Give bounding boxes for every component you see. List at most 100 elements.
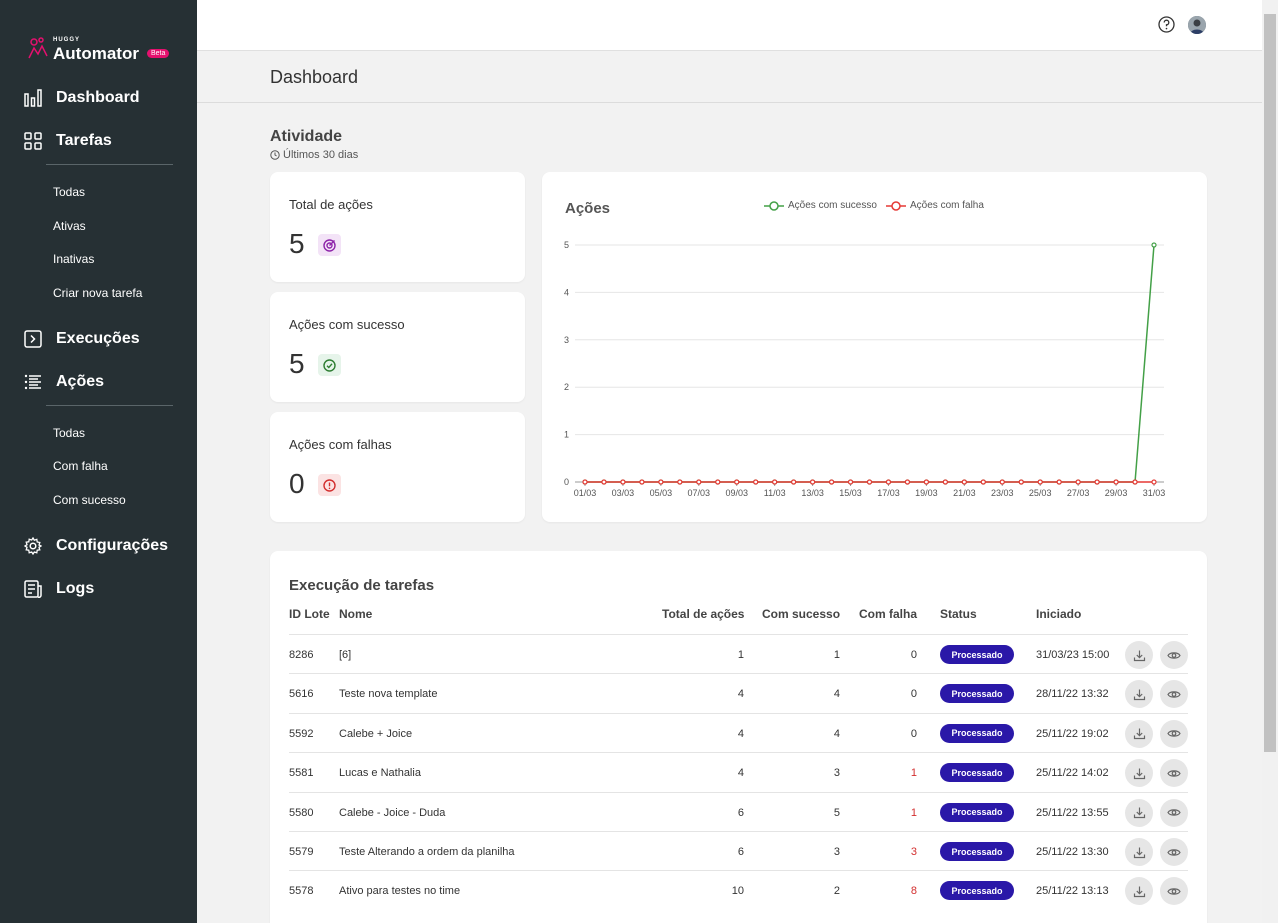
cell-fail: 1 xyxy=(910,806,917,819)
download-button[interactable] xyxy=(1125,798,1153,827)
sidebar-item-acoes[interactable]: Ações xyxy=(24,370,104,394)
data-point xyxy=(734,479,740,485)
x-tick-label: 25/03 xyxy=(1029,488,1052,498)
view-button[interactable] xyxy=(1160,838,1188,866)
view-button[interactable] xyxy=(1160,759,1188,788)
view-button[interactable] xyxy=(1160,641,1188,669)
data-point xyxy=(1075,479,1081,485)
download-button[interactable] xyxy=(1125,838,1153,866)
logo-mark-icon xyxy=(28,37,48,59)
eye-icon xyxy=(1167,888,1181,895)
cell-total: 4 xyxy=(737,688,744,701)
data-point xyxy=(866,479,873,485)
activity-period: Últimos 30 dias xyxy=(270,149,358,161)
status-badge: Processado xyxy=(940,684,1014,704)
eye-icon xyxy=(1167,730,1181,738)
download-icon xyxy=(1133,689,1145,700)
table-row[interactable]: 8286 [6] 1 1 0 Processado 31/03/23 15:00 xyxy=(289,634,1188,673)
table-row[interactable]: 5592 Calebe + Joice 4 4 0 Processado 25/11/22 … xyxy=(289,712,1188,752)
download-button[interactable] xyxy=(1125,680,1153,709)
data-point xyxy=(1113,479,1119,485)
sidebar-subitem-acoes-com-falha[interactable]: Com falha xyxy=(53,459,108,473)
data-point xyxy=(1094,479,1100,485)
sidebar-subitem-tarefas-inativas[interactable]: Inativas xyxy=(53,252,94,266)
help-icon[interactable] xyxy=(1158,16,1175,33)
download-button[interactable] xyxy=(1125,641,1153,669)
activity-title: Atividade xyxy=(270,128,343,145)
sidebar-subitem-criar-tarefa[interactable]: Criar nova tarefa xyxy=(53,286,142,300)
view-button[interactable] xyxy=(1160,719,1188,748)
status-badge: Processado xyxy=(940,645,1014,664)
cell-started: 25/11/22 14:02 xyxy=(1036,767,1109,780)
data-point xyxy=(1037,479,1043,485)
data-point xyxy=(828,479,835,485)
page-scrollbar[interactable] xyxy=(1262,0,1278,923)
download-icon xyxy=(1133,847,1145,858)
user-avatar[interactable] xyxy=(1188,16,1206,34)
table-row[interactable]: 5580 Calebe - Joice - Duda 6 5 1 Processado 25… xyxy=(289,791,1188,831)
data-point xyxy=(677,479,683,485)
download-button[interactable] xyxy=(1125,759,1153,788)
clock-icon xyxy=(270,150,280,160)
column-header-id: ID Lote xyxy=(289,607,330,621)
download-icon xyxy=(1133,728,1145,740)
bar-chart-icon xyxy=(24,89,42,107)
table-row[interactable]: 5579 Teste Alterando a ordem da planilha 6… xyxy=(289,831,1188,870)
cell-success: 4 xyxy=(833,688,840,701)
x-tick-label: 01/03 xyxy=(574,488,597,498)
chart-card: Ações Ações com sucesso Ações com falha … xyxy=(542,172,1207,522)
cell-total: 6 xyxy=(737,806,744,819)
cell-success: 1 xyxy=(833,649,840,661)
sidebar-subitem-acoes-com-sucesso[interactable]: Com sucesso xyxy=(53,493,126,507)
y-tick-label: 1 xyxy=(564,430,569,440)
cell-name: Ativo para testes no time xyxy=(339,885,461,898)
column-header-name: Nome xyxy=(339,607,373,621)
scrollbar-thumb[interactable] xyxy=(1264,14,1276,752)
table-row[interactable]: 5616 Teste nova template 4 4 0 Processado 28/1… xyxy=(289,673,1188,712)
gear-icon xyxy=(24,537,42,555)
x-tick-label: 09/03 xyxy=(725,488,748,498)
data-point xyxy=(1132,479,1138,485)
executions-table-card: Execução de tarefas ID Lote Nome Total d… xyxy=(270,551,1207,923)
view-button[interactable] xyxy=(1160,877,1188,906)
divider xyxy=(46,405,173,406)
eye-icon xyxy=(1167,769,1181,777)
sidebar-subitem-tarefas-ativas[interactable]: Ativas xyxy=(53,219,86,233)
data-point xyxy=(885,479,892,485)
data-point xyxy=(923,479,929,485)
data-point xyxy=(658,479,664,485)
x-tick-label: 23/03 xyxy=(991,488,1014,498)
view-button[interactable] xyxy=(1160,680,1188,709)
y-tick-label: 3 xyxy=(564,335,569,345)
column-header-total: Total de ações xyxy=(662,607,745,621)
x-tick-label: 11/03 xyxy=(764,488,786,498)
sidebar-subitem-tarefas-todas[interactable]: Todas xyxy=(53,185,85,199)
data-point xyxy=(904,479,911,485)
stat-card-success: Ações com sucesso 5 xyxy=(270,292,525,402)
sidebar-item-execucoes[interactable]: Execuções xyxy=(24,327,140,351)
status-badge: Processado xyxy=(940,723,1014,743)
sidebar-item-tarefas[interactable]: Tarefas xyxy=(24,129,112,153)
eye-icon xyxy=(1167,691,1181,698)
series-line-success xyxy=(585,244,1155,483)
cell-id: 8286 xyxy=(289,649,314,661)
cell-id: 5616 xyxy=(289,688,314,701)
sidebar-item-dashboard[interactable]: Dashboard xyxy=(24,86,140,110)
table-row[interactable]: 5578 Ativo para testes no time 10 2 8 Process… xyxy=(289,870,1188,909)
x-tick-label: 29/03 xyxy=(1105,488,1128,498)
sidebar-item-configuracoes[interactable]: Configurações xyxy=(24,534,168,558)
cell-id: 5592 xyxy=(289,727,314,740)
sidebar-item-label: Configurações xyxy=(56,537,169,554)
data-point xyxy=(961,479,967,485)
table-row[interactable]: 5581 Lucas e Nathalia 4 3 1 Processado 25/11/2… xyxy=(289,752,1188,791)
automator-logo[interactable]: HUGGY Automator Beta xyxy=(26,36,176,64)
sidebar-item-logs[interactable]: Logs xyxy=(24,577,94,601)
sidebar-subitem-acoes-todas[interactable]: Todas xyxy=(53,426,85,440)
y-tick-label: 2 xyxy=(564,382,569,392)
data-point xyxy=(753,479,759,485)
download-button[interactable] xyxy=(1125,877,1153,906)
document-icon xyxy=(24,580,42,598)
cell-name: Lucas e Nathalia xyxy=(339,767,421,780)
download-button[interactable] xyxy=(1125,719,1153,748)
view-button[interactable] xyxy=(1160,798,1188,827)
